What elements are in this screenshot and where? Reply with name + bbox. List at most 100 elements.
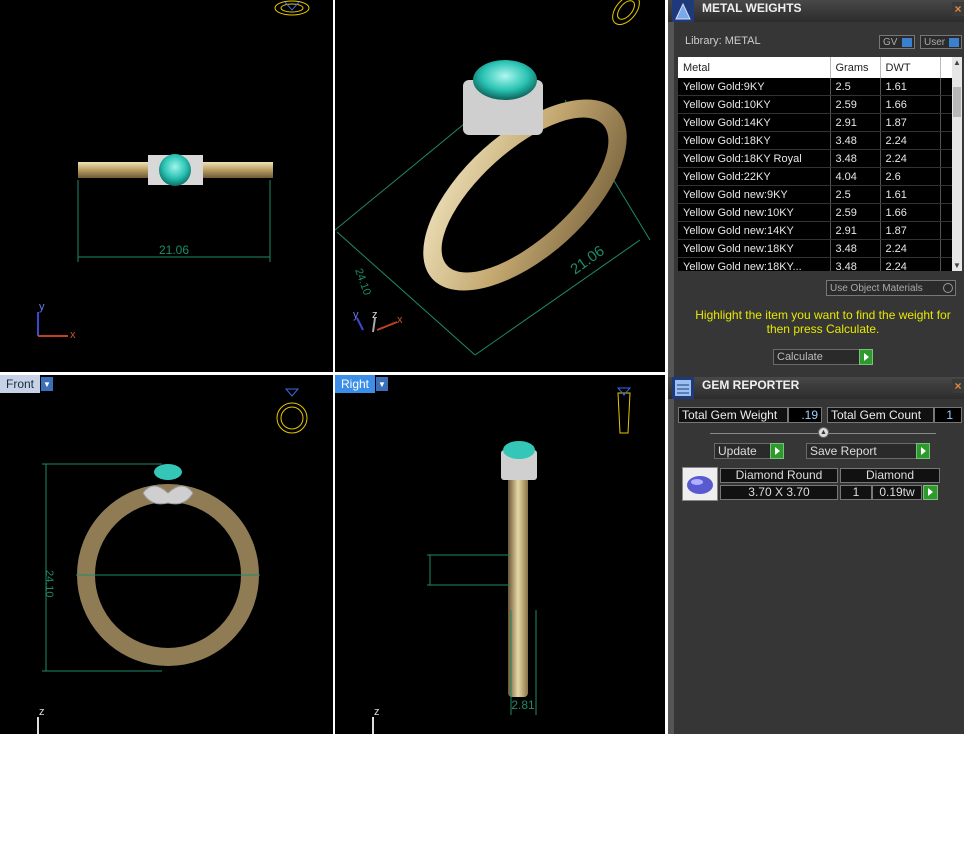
row-filler <box>940 203 952 222</box>
column-grams[interactable]: Grams <box>830 57 881 78</box>
metal-weights-header: METAL WEIGHTS × <box>668 0 964 22</box>
top-view-canvas: 21.06 y x <box>37 0 310 341</box>
row-filler <box>940 185 952 204</box>
play-icon <box>859 349 873 365</box>
front-view-canvas: 24.10 z <box>37 388 308 734</box>
svg-text:y: y <box>39 301 45 313</box>
metal-cell: Yellow Gold:9KY <box>678 78 831 96</box>
use-object-materials-label: Use Object Materials <box>830 283 923 294</box>
metal-table-container[interactable]: Metal Grams DWT Yellow Gold:9KY 2.5 1.61 Ye… <box>678 57 952 271</box>
viewport-right[interactable]: Right ▼ 2.81 z <box>335 375 665 734</box>
row-filler <box>940 149 952 168</box>
viewport-front[interactable]: Front ▼ 24.10 z <box>0 375 333 734</box>
column-metal[interactable]: Metal <box>678 57 831 78</box>
table-row[interactable]: Yellow Gold:14KY 2.91 1.87 <box>678 113 952 132</box>
gem-reporter-close-icon[interactable]: × <box>952 379 964 393</box>
ring-icon-top <box>274 0 310 16</box>
gv-toggle[interactable]: GV <box>879 35 915 49</box>
ring-icon-front <box>276 388 308 434</box>
viewport-top[interactable]: 21.06 y x <box>0 0 333 372</box>
table-row[interactable]: Yellow Gold:18KY Royal 3.48 2.24 <box>678 149 952 168</box>
gem-perspective <box>473 60 537 100</box>
metal-cell: Yellow Gold new:18KY <box>678 239 831 258</box>
table-row[interactable]: Yellow Gold new:9KY 2.5 1.61 <box>678 185 952 204</box>
metal-weights-icon <box>672 0 694 22</box>
user-toggle[interactable]: User <box>920 35 962 49</box>
metal-weights-close-icon[interactable]: × <box>952 2 964 16</box>
gem-material: Diamond <box>840 468 940 483</box>
dwt-cell: 1.61 <box>880 78 941 96</box>
dim-label-depth-right: 2.81 <box>511 698 535 712</box>
grams-cell: 2.5 <box>830 185 881 204</box>
dwt-cell: 1.87 <box>880 113 941 132</box>
collapse-handle-icon[interactable]: ▲ <box>818 427 829 438</box>
metal-table: Metal Grams DWT Yellow Gold:9KY 2.5 1.61 Ye… <box>678 57 952 271</box>
gem-select-button[interactable] <box>923 485 938 500</box>
dwt-cell: 1.87 <box>880 221 941 240</box>
gv-switch-icon <box>902 38 912 47</box>
gem-row[interactable]: Diamond Round Diamond 3.70 X 3.70 1 0.19… <box>682 467 946 503</box>
metal-table-scrollbar[interactable]: ▲ ▼ <box>952 57 962 271</box>
metal-cell: Yellow Gold:10KY <box>678 95 831 114</box>
table-row[interactable]: Yellow Gold new:18KY... 3.48 2.24 <box>678 257 952 271</box>
scroll-down-icon[interactable]: ▼ <box>953 261 961 270</box>
metal-cell: Yellow Gold new:10KY <box>678 203 831 222</box>
axis-gizmo-front: z <box>37 706 45 734</box>
play-icon <box>770 443 784 459</box>
svg-text:z: z <box>372 309 378 321</box>
user-switch-icon <box>949 38 959 47</box>
row-filler <box>940 113 952 132</box>
gv-label: GV <box>883 37 898 48</box>
save-report-label: Save Report <box>810 444 877 458</box>
row-filler <box>940 257 952 271</box>
save-report-button[interactable]: Save Report <box>806 443 930 459</box>
metal-weights-title: METAL WEIGHTS <box>702 1 802 15</box>
row-filler <box>940 221 952 240</box>
scroll-up-icon[interactable]: ▲ <box>953 58 961 67</box>
total-gem-count-label: Total Gem Count <box>827 407 934 423</box>
panel-splitter[interactable] <box>668 0 674 734</box>
axis-gizmo-top: y x <box>37 301 76 341</box>
gem-shape: Diamond Round <box>720 468 838 483</box>
metal-cell: Yellow Gold:18KY Royal <box>678 149 831 168</box>
svg-text:z: z <box>374 706 380 718</box>
grams-cell: 2.5 <box>830 78 881 96</box>
update-label: Update <box>718 444 757 458</box>
dim-label-height-perspective: 24.10 <box>352 267 373 297</box>
update-button[interactable]: Update <box>714 443 784 459</box>
metal-cell: Yellow Gold:14KY <box>678 113 831 132</box>
dwt-cell: 2.24 <box>880 257 941 271</box>
grams-cell: 3.48 <box>830 257 881 271</box>
metal-cell: Yellow Gold:18KY <box>678 131 831 150</box>
table-row[interactable]: Yellow Gold new:18KY 3.48 2.24 <box>678 239 952 258</box>
calculate-button[interactable]: Calculate <box>773 349 873 365</box>
viewport-perspective[interactable]: 21.06 24.10 y z x <box>335 0 665 372</box>
svg-text:x: x <box>397 314 403 326</box>
dwt-cell: 2.24 <box>880 131 941 150</box>
calculate-hint: Highlight the item you want to find the … <box>695 308 951 336</box>
axis-gizmo-right: z <box>372 706 380 734</box>
user-label: User <box>924 37 946 48</box>
table-row[interactable]: Yellow Gold:9KY 2.5 1.61 <box>678 78 952 96</box>
grams-cell: 3.48 <box>830 149 881 168</box>
scrollbar-thumb[interactable] <box>953 87 961 117</box>
gem-weight: 0.19tw <box>872 485 922 500</box>
table-row[interactable]: Yellow Gold new:10KY 2.59 1.66 <box>678 203 952 222</box>
dwt-cell: 1.61 <box>880 185 941 204</box>
table-row[interactable]: Yellow Gold:22KY 4.04 2.6 <box>678 167 952 186</box>
right-view-canvas: 2.81 z <box>372 387 632 734</box>
library-label: Library: METAL <box>685 35 761 47</box>
metal-cell: Yellow Gold:22KY <box>678 167 831 186</box>
table-row[interactable]: Yellow Gold new:14KY 2.91 1.87 <box>678 221 952 240</box>
dwt-cell: 1.66 <box>880 95 941 114</box>
side-panel: METAL WEIGHTS × Library: METAL GV User M… <box>668 0 964 734</box>
column-dwt[interactable]: DWT <box>880 57 941 78</box>
use-object-materials-toggle[interactable]: Use Object Materials <box>826 280 956 296</box>
axis-gizmo-perspective: y z x <box>353 309 403 333</box>
table-row[interactable]: Yellow Gold:10KY 2.59 1.66 <box>678 95 952 114</box>
table-row[interactable]: Yellow Gold:18KY 3.48 2.24 <box>678 131 952 150</box>
header-filler <box>940 57 952 78</box>
grams-cell: 2.59 <box>830 95 881 114</box>
grams-cell: 2.91 <box>830 221 881 240</box>
play-icon <box>916 443 930 459</box>
